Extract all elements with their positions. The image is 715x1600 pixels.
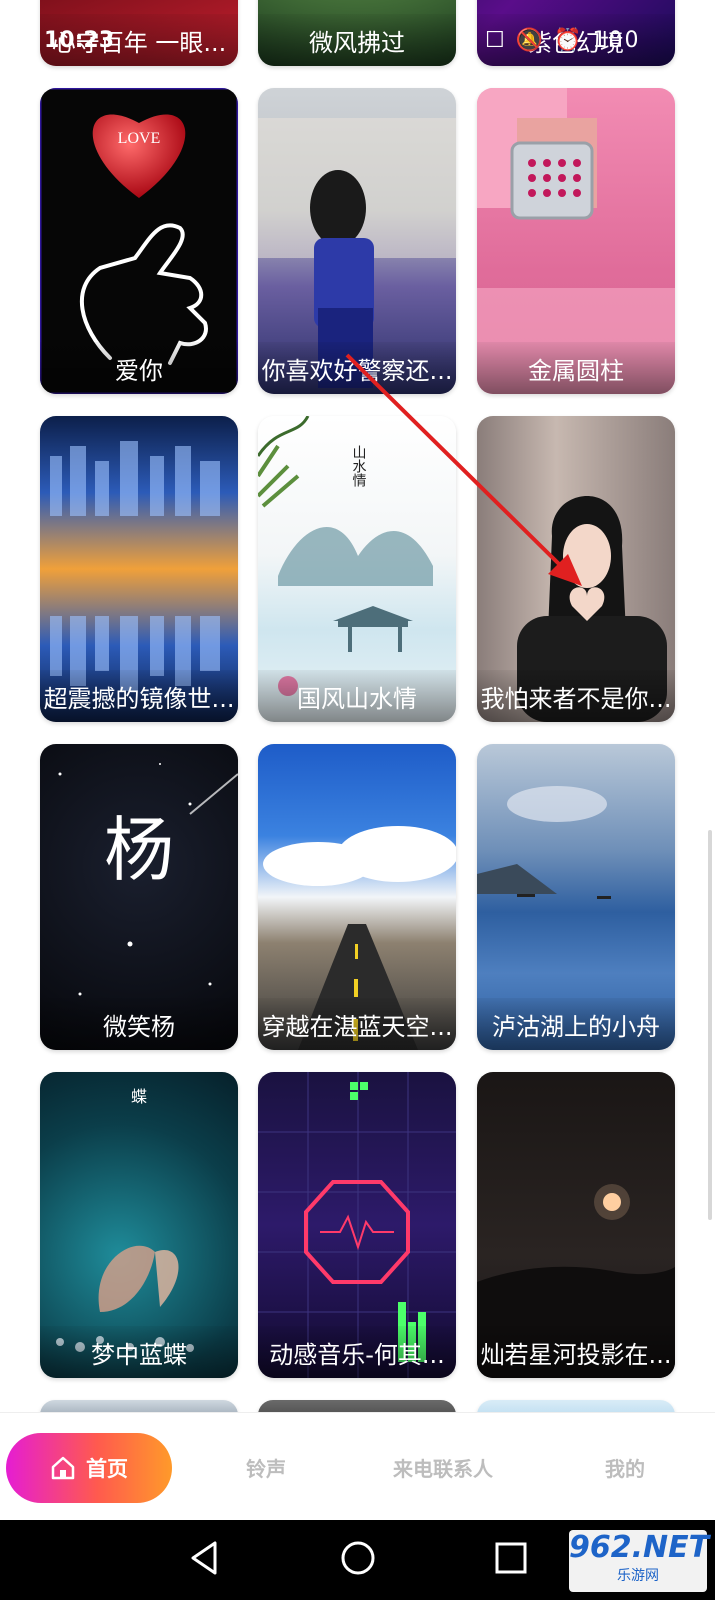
butterfly-art-text: 蝶: [131, 1088, 147, 1106]
wallpaper-card[interactable]: 我怕来者不是你...: [477, 416, 675, 722]
heart-shape: [92, 114, 186, 198]
wallpaper-card[interactable]: 微风拂过: [258, 0, 456, 66]
home-icon: [51, 1456, 75, 1480]
nav-mine[interactable]: 我的: [605, 1453, 645, 1482]
wallpaper-card[interactable]: 动感音乐-何其...: [258, 1072, 456, 1378]
watermark-sub: 乐游网: [617, 1568, 659, 1584]
back-icon[interactable]: [185, 1538, 225, 1578]
card-title: 金属圆柱: [477, 342, 675, 394]
card-title: 微风拂过: [258, 14, 456, 66]
shanshui-art-text: 山水情: [351, 445, 367, 487]
nav-ringtone[interactable]: 铃声: [246, 1453, 286, 1482]
wallpaper-card[interactable]: 山水情 国风山水情: [258, 416, 456, 722]
card-title: 爱你: [40, 342, 238, 394]
card-title: 灿若星河投影在...: [477, 1326, 675, 1378]
card-title: 穿越在湛蓝天空...: [258, 998, 456, 1050]
wallpaper-card[interactable]: 杨 微笑杨: [40, 744, 238, 1050]
wallpaper-card[interactable]: 泸沽湖上的小舟: [477, 744, 675, 1050]
bottom-nav: 首页 铃声 来电联系人 我的: [0, 1412, 715, 1520]
wallpaper-card[interactable]: LOVE 爱你: [40, 88, 238, 394]
yang-art-text: 杨: [104, 813, 174, 890]
card-title: 梦中蓝蝶: [40, 1326, 238, 1378]
card-title: 心守百年 一眼...: [40, 14, 238, 66]
card-title: 微笑杨: [40, 998, 238, 1050]
watermark-brand: 962.NET: [569, 1530, 710, 1565]
card-title: 超震撼的镜像世...: [40, 670, 238, 722]
love-text: LOVE: [118, 130, 161, 147]
nav-home[interactable]: 首页: [6, 1433, 172, 1503]
system-nav-bar: 962.NET 乐游网: [0, 1520, 715, 1600]
wallpaper-card[interactable]: 穿越在湛蓝天空...: [258, 744, 456, 1050]
site-watermark: 962.NET 乐游网: [569, 1530, 710, 1592]
home-circle-icon[interactable]: [338, 1538, 378, 1578]
card-title: 国风山水情: [258, 670, 456, 722]
recents-icon[interactable]: [491, 1538, 531, 1578]
wallpaper-card[interactable]: 蝶 梦中蓝蝶: [40, 1072, 238, 1378]
card-title: 我怕来者不是你...: [477, 670, 675, 722]
nav-caller-contacts[interactable]: 来电联系人: [393, 1453, 493, 1482]
wallpaper-card[interactable]: 超震撼的镜像世...: [40, 416, 238, 722]
card-title: 泸沽湖上的小舟: [477, 998, 675, 1050]
card-title: 你喜欢好警察还...: [258, 342, 456, 394]
card-title: 动感音乐-何其...: [258, 1326, 456, 1378]
card-title: 紫色幻境: [477, 14, 675, 66]
wallpaper-card[interactable]: 金属圆柱: [477, 88, 675, 394]
wallpaper-card[interactable]: 你喜欢好警察还...: [258, 88, 456, 394]
wallpaper-card[interactable]: 心守百年 一眼...: [40, 0, 238, 66]
wallpaper-card[interactable]: 紫色幻境: [477, 0, 675, 66]
scrollbar-thumb[interactable]: [708, 830, 712, 1220]
nav-home-label: 首页: [86, 1457, 128, 1481]
wallpaper-card[interactable]: 灿若星河投影在...: [477, 1072, 675, 1378]
